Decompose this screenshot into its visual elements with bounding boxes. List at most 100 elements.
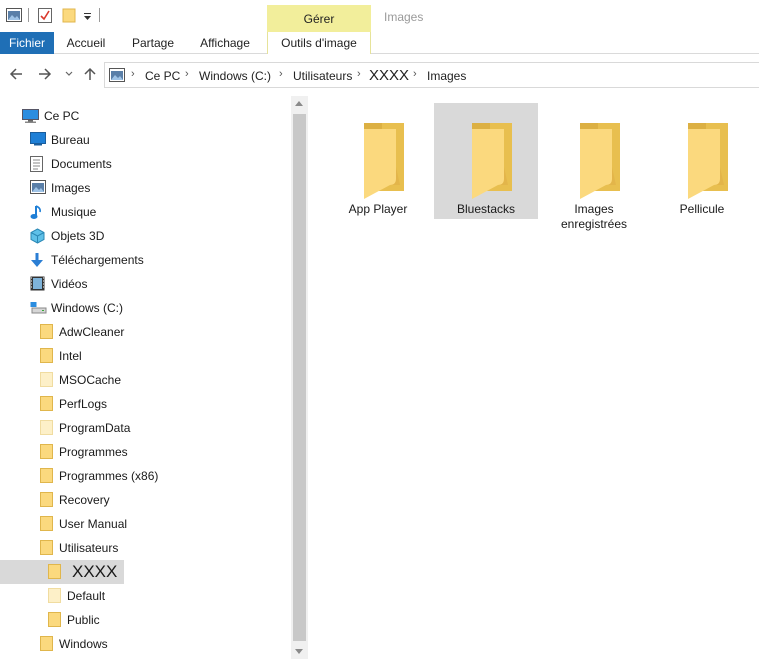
tree-item-label: PerfLogs	[59, 397, 108, 411]
computer-icon	[22, 109, 39, 126]
tree-item-drive[interactable]: Windows (C:)	[0, 296, 291, 320]
tree-item-label: Windows	[59, 637, 108, 651]
breadcrumb-this-pc[interactable]: Ce PC	[145, 69, 180, 83]
breadcrumb-user[interactable]: XXXX	[369, 67, 409, 84]
tree-item-label: Images	[51, 181, 91, 195]
tree-item-documents[interactable]: Documents	[0, 152, 291, 176]
breadcrumb-images[interactable]: Images	[427, 69, 466, 83]
breadcrumb-chevron-icon[interactable]: ›	[279, 68, 283, 80]
properties-icon[interactable]	[38, 8, 52, 26]
tree-item-folder[interactable]: PerfLogs	[0, 392, 291, 416]
folder-icon	[48, 612, 61, 630]
tree-item-label: Programmes (x86)	[59, 469, 159, 483]
file-list: App Player Bluestacks Images enregistrée…	[308, 96, 759, 659]
pictures-folder-icon	[109, 68, 125, 85]
desktop-icon	[30, 132, 46, 149]
tree-item-label: XXXX	[72, 562, 118, 581]
videos-icon	[30, 276, 45, 294]
tree-item-label: Bureau	[51, 133, 90, 147]
tree-item-label: Documents	[51, 157, 112, 171]
tree-item-folder[interactable]: Recovery	[0, 488, 291, 512]
drive-icon	[30, 300, 47, 317]
scroll-down-arrow-icon[interactable]	[295, 649, 303, 654]
navigation-bar: › Ce PC › Windows (C:) › Utilisateurs › …	[0, 61, 759, 89]
folder-tile[interactable]: Images enregistrées	[542, 103, 646, 231]
tab-share[interactable]: Partage	[124, 32, 182, 54]
tab-view[interactable]: Affichage	[194, 32, 256, 54]
folder-icon	[40, 492, 53, 510]
tree-item-label: Ce PC	[44, 109, 80, 123]
tree-item-folder[interactable]: MSOCache	[0, 368, 291, 392]
window-title: Images	[384, 10, 424, 24]
recent-locations-chevron-icon[interactable]	[64, 64, 74, 90]
new-folder-icon[interactable]	[62, 8, 76, 26]
breadcrumb-chevron-icon[interactable]: ›	[413, 68, 417, 80]
tree-item-downloads[interactable]: Téléchargements	[0, 248, 291, 272]
tree-item-label: Objets 3D	[51, 229, 105, 243]
tree-item-label: AdwCleaner	[59, 325, 125, 339]
tree-item-label: Public	[67, 613, 100, 627]
folder-tile[interactable]: Bluestacks	[434, 103, 538, 219]
sidebar-scrollbar[interactable]	[291, 96, 308, 659]
tab-file[interactable]: Fichier	[0, 32, 54, 54]
tree-item-this-pc[interactable]: Ce PC	[0, 104, 291, 128]
folder-tile[interactable]: Pellicule	[650, 103, 754, 219]
tree-item-label: Windows (C:)	[51, 301, 124, 315]
tree-item-pictures[interactable]: Images	[0, 176, 291, 200]
tree-item-folder[interactable]: AdwCleaner	[0, 320, 291, 344]
customize-dropdown-icon[interactable]	[83, 10, 92, 24]
window-icon[interactable]	[6, 8, 22, 25]
scroll-up-arrow-icon[interactable]	[295, 101, 303, 106]
navigation-pane: Ce PC Bureau Documents Images Musique Ob…	[0, 96, 291, 659]
tree-item-label: Recovery	[59, 493, 110, 507]
tree-item-desktop[interactable]: Bureau	[0, 128, 291, 152]
downloads-icon	[30, 252, 44, 271]
folder-icon	[40, 324, 53, 342]
tree-item-videos[interactable]: Vidéos	[0, 272, 291, 296]
tree-item-folder[interactable]: Programmes (x86)	[0, 464, 291, 488]
tree-item-folder[interactable]: Intel	[0, 344, 291, 368]
address-bar[interactable]: › Ce PC › Windows (C:) › Utilisateurs › …	[104, 62, 759, 88]
tree-item-folder[interactable]: Public	[0, 608, 291, 632]
breadcrumb-chevron-icon[interactable]: ›	[131, 68, 135, 80]
tree-item-folder[interactable]: Default	[0, 584, 291, 608]
tab-image-tools[interactable]: Outils d'image	[267, 32, 371, 54]
folder-tile[interactable]: App Player	[326, 103, 430, 219]
breadcrumb-chevron-icon[interactable]: ›	[357, 68, 361, 80]
folder-tile-label: Bluestacks	[456, 202, 516, 216]
quick-access-toolbar	[0, 0, 759, 32]
tree-item-music[interactable]: Musique	[0, 200, 291, 224]
folder-icon	[40, 468, 53, 486]
folder-tile-label: Pellicule	[679, 202, 725, 216]
contextual-tab-header: Gérer	[267, 5, 371, 32]
tree-item-3d-objects[interactable]: Objets 3D	[0, 224, 291, 248]
up-arrow-icon[interactable]	[82, 64, 98, 90]
folder-icon	[40, 516, 53, 534]
breadcrumb-chevron-icon[interactable]: ›	[185, 68, 189, 80]
toolbar-separator	[99, 8, 100, 22]
tree-item-folder[interactable]: User Manual	[0, 512, 291, 536]
tree-item-windows-folder[interactable]: Windows	[0, 632, 291, 656]
tree-item-label: Programmes	[59, 445, 128, 459]
tree-item-label: Vidéos	[51, 277, 88, 291]
tree-item-label: MSOCache	[59, 373, 122, 387]
tree-item-folder[interactable]: Utilisateurs	[0, 536, 291, 560]
scrollbar-thumb[interactable]	[293, 114, 306, 641]
tree-item-folder[interactable]: Programmes	[0, 440, 291, 464]
tree-item-user-selected[interactable]: XXXX	[0, 560, 124, 584]
breadcrumb-drive[interactable]: Windows (C:)	[199, 69, 271, 83]
forward-arrow-icon[interactable]	[37, 64, 53, 90]
breadcrumb-users[interactable]: Utilisateurs	[293, 69, 352, 83]
folder-icon	[40, 348, 53, 366]
folder-icon	[40, 372, 53, 390]
music-icon	[30, 204, 44, 223]
tab-home[interactable]: Accueil	[60, 32, 112, 54]
tree-item-label: Musique	[51, 205, 97, 219]
back-arrow-icon[interactable]	[8, 64, 24, 90]
tree-item-label: Intel	[59, 349, 82, 363]
toolbar-separator	[28, 8, 29, 22]
folder-tile-label: App Player	[348, 202, 408, 216]
folder-tile-label: Images enregistrées	[560, 202, 628, 231]
contextual-group-label: Gérer	[303, 12, 335, 26]
tree-item-folder[interactable]: ProgramData	[0, 416, 291, 440]
